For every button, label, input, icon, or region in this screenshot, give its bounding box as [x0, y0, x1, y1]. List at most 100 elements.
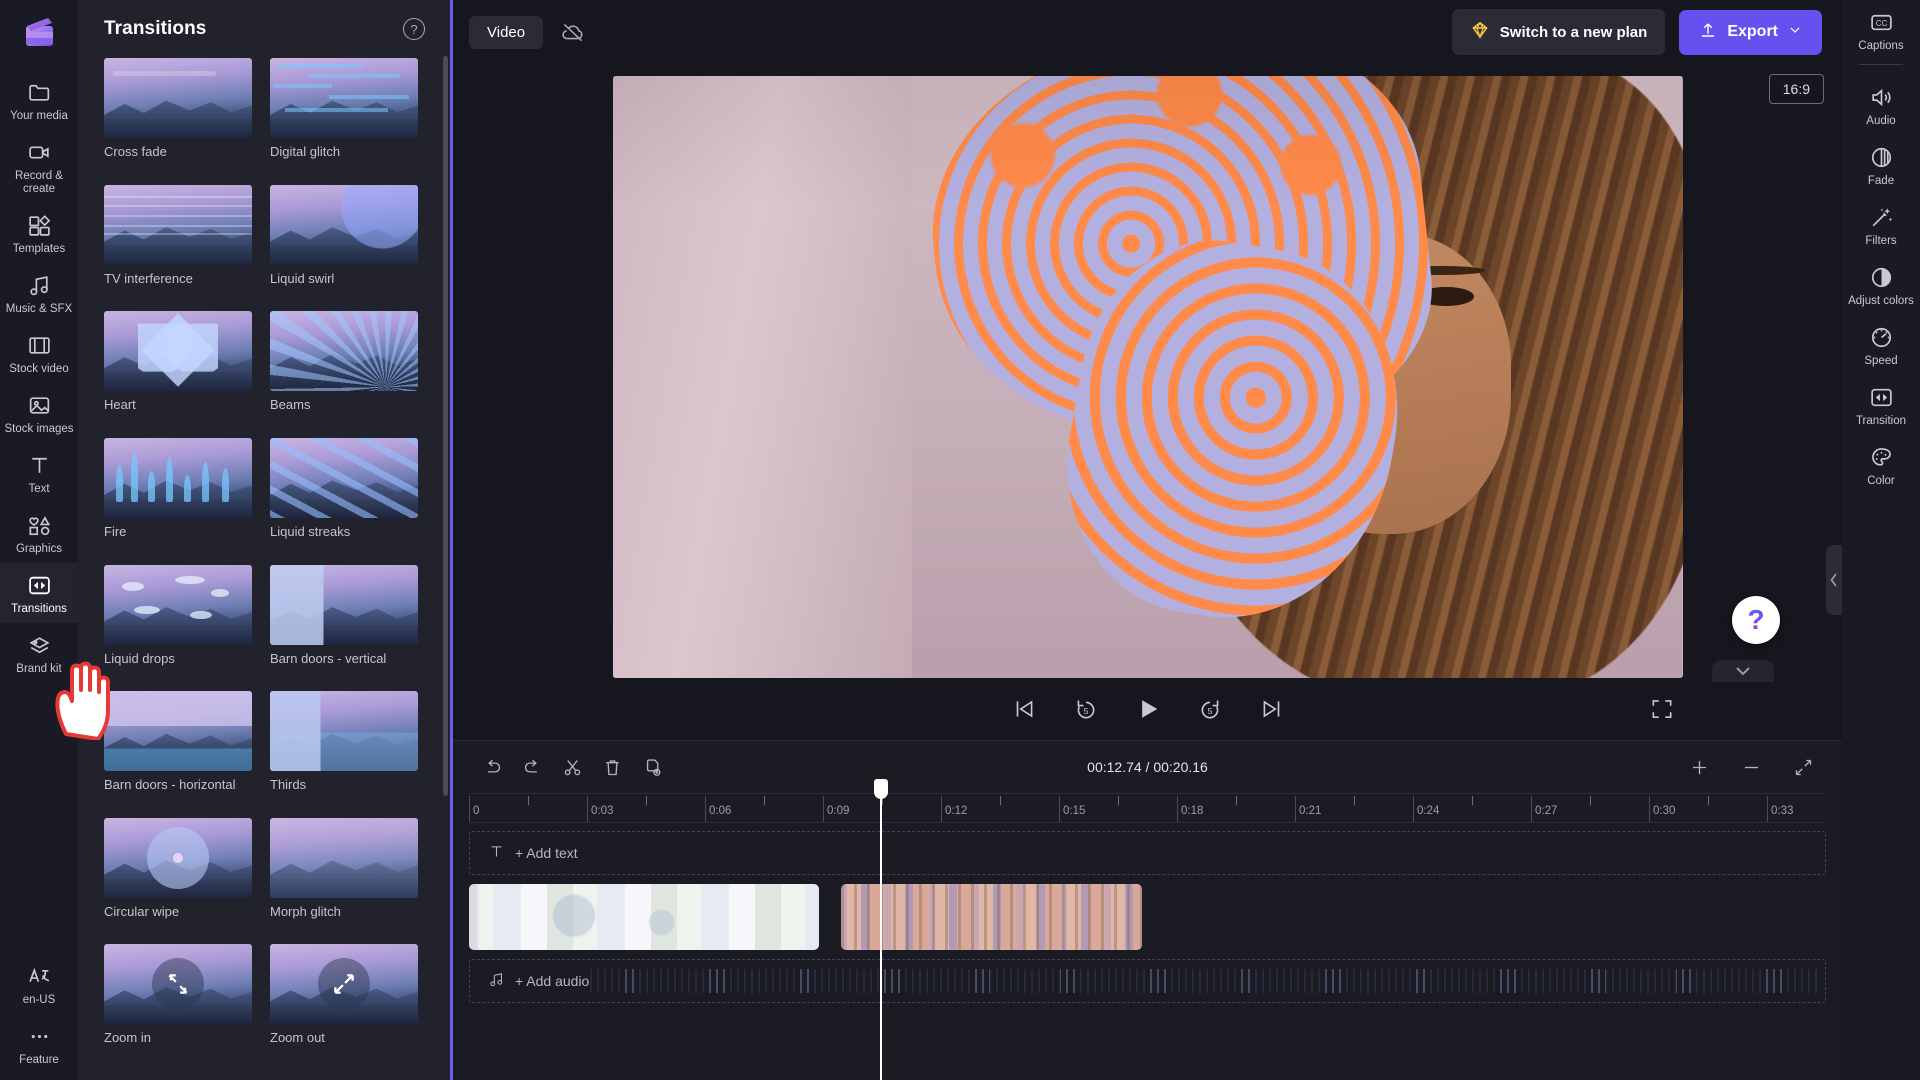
- transition-tile[interactable]: Liquid streaks: [270, 437, 418, 554]
- playhead[interactable]: [874, 779, 889, 1080]
- video-track: [469, 884, 1826, 950]
- sidebar-item-audio[interactable]: Audio: [1842, 75, 1920, 135]
- transition-label: Digital glitch: [270, 144, 341, 159]
- sidebar-item-brand-kit[interactable]: Brand kit: [0, 623, 78, 683]
- fullscreen-icon[interactable]: [1647, 694, 1677, 724]
- text-t-icon: [488, 843, 505, 863]
- transition-tile[interactable]: Morph glitch: [270, 817, 418, 934]
- timeline-clip[interactable]: [469, 884, 820, 950]
- transition-tile[interactable]: Thirds: [270, 691, 418, 807]
- preview-stage: 16:9 5 5 ?: [453, 64, 1842, 740]
- transition-tile[interactable]: Zoom out: [270, 944, 418, 1060]
- playhead-handle[interactable]: [874, 779, 889, 799]
- sidebar-item-stock-images[interactable]: Stock images: [0, 383, 78, 443]
- export-button[interactable]: Export: [1679, 9, 1822, 55]
- transition-label: Cross fade: [104, 144, 167, 159]
- sidebar-item-record-create[interactable]: Record & create: [0, 130, 78, 203]
- transition-tile[interactable]: Cross fade: [104, 58, 252, 174]
- timeline-ruler[interactable]: 0 0:03 0:06 0:09 0:12 0:15 0:18 0:21 0:24 0:27 0:3…: [469, 793, 1826, 823]
- transition-label: Liquid streaks: [270, 523, 351, 539]
- aspect-ratio-badge[interactable]: 16:9: [1768, 74, 1824, 104]
- right-sidebar: CC Captions Audio Fade Filters Adjust co…: [1826, 0, 1920, 1080]
- sidebar-item-adjust-colors[interactable]: Adjust colors: [1842, 255, 1920, 315]
- sidebar-item-transition[interactable]: Transition: [1842, 375, 1920, 435]
- duplicate-icon[interactable]: [635, 750, 669, 784]
- trash-icon[interactable]: [595, 750, 629, 784]
- redo-icon[interactable]: [515, 750, 549, 784]
- left-sidebar-bottom: en-US Feature: [0, 954, 78, 1074]
- panel-scrollbar[interactable]: [443, 56, 448, 796]
- transition-tile[interactable]: Liquid drops: [104, 564, 252, 681]
- timeline-clip[interactable]: [840, 884, 1143, 950]
- transition-tile[interactable]: Fire: [104, 437, 252, 554]
- sidebar-item-more[interactable]: Feature: [0, 1014, 78, 1074]
- skip-back-icon[interactable]: [1009, 694, 1039, 724]
- video-preview[interactable]: [612, 76, 1683, 678]
- transition-tile[interactable]: Barn doors - horizontal: [104, 691, 252, 807]
- transition-thumbnail: [270, 437, 418, 518]
- tab-video[interactable]: Video: [469, 15, 544, 49]
- transition-thumbnail: [104, 817, 252, 898]
- sidebar-item-templates[interactable]: Templates: [0, 203, 78, 263]
- left-sidebar-items: Your media Record & create Templates Mus…: [0, 70, 78, 683]
- sidebar-item-color[interactable]: Color: [1842, 435, 1920, 495]
- forward-5-icon[interactable]: 5: [1195, 694, 1225, 724]
- sidebar-item-text[interactable]: Text: [0, 443, 78, 503]
- ruler-tick-label: 0:30: [1653, 805, 1676, 817]
- sidebar-item-language[interactable]: en-US: [0, 954, 78, 1014]
- transition-thumbnail: [270, 58, 418, 138]
- transition-tile[interactable]: Barn doors - vertical: [270, 564, 418, 681]
- transition-tile[interactable]: Zoom in: [104, 944, 252, 1060]
- zoom-out-icon[interactable]: [1734, 750, 1768, 784]
- rewind-5-icon[interactable]: 5: [1071, 694, 1101, 724]
- transition-label: Circular wipe: [104, 903, 180, 919]
- ruler-tick-label: 0:27: [1535, 805, 1558, 817]
- sidebar-label: Transitions: [11, 603, 67, 615]
- ruler-tick-label: 0:12: [945, 805, 968, 817]
- zoom-in-icon[interactable]: [1682, 750, 1716, 784]
- ruler-tick-label: 0:24: [1417, 805, 1440, 817]
- sidebar-item-graphics[interactable]: Graphics: [0, 503, 78, 563]
- sidebar-item-music-sfx[interactable]: Music & SFX: [0, 263, 78, 323]
- transition-thumbnail: [104, 564, 252, 645]
- skip-forward-icon[interactable]: [1257, 694, 1287, 724]
- transition-tile[interactable]: Heart: [104, 311, 252, 427]
- clipchamp-editor: Your media Record & create Templates Mus…: [0, 0, 1920, 1080]
- switch-plan-button[interactable]: Switch to a new plan: [1451, 9, 1666, 55]
- right-panel-collapse-button[interactable]: [1826, 545, 1842, 615]
- fit-to-screen-icon[interactable]: [1786, 750, 1820, 784]
- sidebar-item-your-media[interactable]: Your media: [0, 70, 78, 130]
- ruler-tick-label: 0: [473, 805, 480, 817]
- transition-thumbnail: [104, 944, 252, 1025]
- transition-tile[interactable]: Digital glitch: [270, 58, 418, 174]
- sidebar-item-transitions[interactable]: Transitions: [0, 563, 78, 623]
- zoom-out-glyph: [318, 958, 370, 1011]
- transition-label: Thirds: [270, 777, 307, 793]
- sidebar-label: Fade: [1867, 175, 1895, 187]
- transition-tile[interactable]: TV interference: [104, 184, 252, 301]
- clipchamp-logo-icon[interactable]: [17, 10, 61, 54]
- play-icon[interactable]: [1133, 694, 1163, 724]
- sidebar-item-speed[interactable]: Speed: [1842, 315, 1920, 375]
- add-text-track[interactable]: + Add text: [469, 831, 1826, 875]
- sidebar-item-fade[interactable]: Fade: [1842, 135, 1920, 195]
- undo-icon[interactable]: [475, 750, 509, 784]
- sidebar-item-captions[interactable]: CC Captions: [1842, 0, 1920, 60]
- more-dots-icon: [26, 1023, 52, 1049]
- help-fab-button[interactable]: ?: [1732, 596, 1780, 644]
- sidebar-item-filters[interactable]: Filters: [1842, 195, 1920, 255]
- transition-tile[interactable]: Circular wipe: [104, 817, 252, 934]
- add-audio-track[interactable]: + Add audio: [469, 959, 1826, 1003]
- question-circle-icon[interactable]: ?: [403, 18, 425, 40]
- cloud-off-icon[interactable]: [559, 18, 587, 46]
- chevron-down-icon: [1788, 23, 1802, 42]
- cc-icon: CC: [1868, 9, 1894, 35]
- sidebar-item-stock-video[interactable]: Stock video: [0, 323, 78, 383]
- transition-thumbnail: [270, 944, 418, 1025]
- transition-tile[interactable]: Liquid swirl: [270, 184, 418, 301]
- transition-tile[interactable]: Beams: [270, 311, 418, 427]
- sidebar-label: Templates: [12, 243, 66, 255]
- transition-icon: [26, 572, 52, 598]
- scissors-icon[interactable]: [555, 750, 589, 784]
- timeline-collapse-button[interactable]: [1712, 660, 1774, 682]
